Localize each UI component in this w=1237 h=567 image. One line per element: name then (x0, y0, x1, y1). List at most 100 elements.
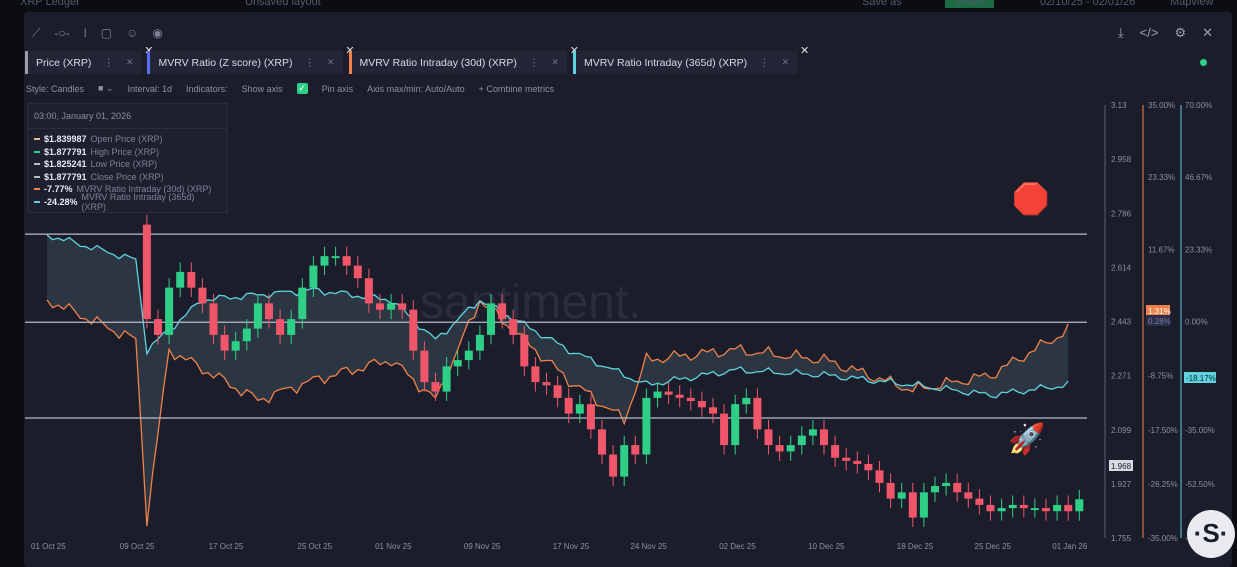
x-tick-label: 25 Dec 25 (975, 542, 1012, 551)
candle (853, 460, 862, 464)
x-tick-label: 24 Nov 25 (630, 542, 667, 551)
candle (509, 319, 518, 335)
mvrv30-tick-label: -8.75% (1148, 372, 1173, 381)
price-tick-label: 2.271 (1111, 372, 1132, 381)
mvrv30-tick-label: -35.00% (1148, 534, 1178, 543)
candle (198, 287, 207, 304)
price-current-badge: 1.968 (1111, 462, 1132, 471)
candle (487, 303, 495, 335)
candle (864, 463, 873, 471)
mvrv365-tick-label: -52.50% (1185, 480, 1215, 489)
mvrv365-tick-label: 70.00% (1185, 101, 1212, 110)
price-tick-label: 1.755 (1111, 534, 1132, 543)
candle (220, 334, 229, 351)
candle (542, 382, 551, 386)
candle (1075, 499, 1084, 512)
mvrv30-tick-label: -17.50% (1148, 426, 1178, 435)
candle (631, 445, 640, 455)
candle (253, 303, 262, 329)
candle (376, 303, 384, 310)
candle (908, 492, 917, 518)
x-tick-label: 01 Jan 26 (1052, 542, 1088, 551)
tooltip-value: $1.839987 (44, 134, 87, 145)
santiment-logo[interactable]: ·S· (1187, 510, 1235, 558)
candle (875, 470, 884, 483)
tooltip-row: $1.839987 Open Price (XRP) (28, 133, 227, 146)
candle (553, 385, 562, 398)
tooltip-label: MVRV Ratio Intraday (365d) (XRP) (81, 191, 195, 212)
candle (564, 397, 573, 414)
candle (453, 360, 462, 367)
x-tick-label: 02 Dec 25 (719, 542, 756, 551)
tooltip-label: Close Price (XRP) (90, 171, 164, 182)
x-tick-label: 09 Nov 25 (464, 542, 501, 551)
candle (242, 328, 251, 342)
candle (808, 429, 817, 436)
candle (686, 397, 695, 402)
price-tick-label: 2.786 (1111, 209, 1132, 218)
mvrv30-tick-label: 35.00% (1148, 101, 1175, 110)
candle (364, 278, 373, 304)
tooltip-label: Open Price (XRP) (90, 134, 163, 145)
candle (575, 404, 584, 414)
x-tick-label: 01 Nov 25 (375, 542, 412, 551)
candle (154, 319, 162, 335)
price-tick-label: 2.443 (1111, 318, 1132, 327)
legend-swatch (34, 163, 40, 166)
candle (953, 482, 962, 493)
mvrv365-current-badge: -18.17% (1186, 374, 1216, 383)
candle (964, 492, 973, 499)
candle (409, 309, 418, 351)
x-tick-label: 17 Nov 25 (553, 542, 590, 551)
legend-swatch (34, 200, 40, 203)
mvrv365-tick-label: 0.00% (1185, 318, 1208, 327)
candle (231, 341, 240, 351)
legend-swatch (34, 138, 40, 141)
candle (498, 303, 507, 320)
price-tick-label: 3.13 (1111, 101, 1127, 110)
candle (420, 350, 429, 383)
candle (187, 271, 196, 288)
candle (997, 508, 1006, 512)
mvrv30-tick-label: -26.25% (1148, 480, 1178, 489)
candle (287, 319, 296, 335)
mvrv30-tick-label: 23.33% (1148, 173, 1175, 182)
candle (842, 457, 851, 461)
candle (609, 454, 618, 477)
candle (586, 404, 595, 430)
tooltip-row: $1.877791 Close Price (XRP) (28, 171, 227, 184)
candle (664, 391, 673, 395)
candle (675, 394, 684, 398)
x-tick-label: 09 Oct 25 (120, 542, 155, 551)
candle (820, 429, 828, 446)
candle (797, 435, 806, 446)
x-tick-label: 01 Oct 25 (31, 542, 66, 551)
candle (165, 287, 174, 335)
candle (942, 482, 951, 487)
tooltip-value: -7.77% (44, 184, 73, 195)
mvrv365-tick-label: 46.67% (1185, 173, 1212, 182)
candle (720, 413, 729, 446)
candle (531, 366, 540, 383)
mvrv30-tick-label: 11.67% (1148, 245, 1175, 254)
tooltip-value: -24.28% (43, 196, 78, 207)
stop-sign-icon: 🛑 (1012, 183, 1050, 216)
price-tick-label: 2.099 (1111, 426, 1132, 435)
x-tick-label: 18 Dec 25 (897, 542, 934, 551)
tooltip-label: Low Price (XRP) (90, 159, 158, 170)
candle (298, 287, 307, 320)
candle (642, 397, 651, 455)
mvrv-zscore-badge: 0.28% (1148, 317, 1171, 326)
candle (1030, 508, 1039, 511)
candle (276, 319, 285, 335)
chart-svg[interactable]: santiment. 3.13 2.958 2.786 2.614 2.443 2.271 2… (0, 0, 1237, 567)
candle (831, 445, 840, 458)
candle (1064, 504, 1073, 512)
candle (1042, 508, 1050, 512)
tooltip-row: -24.28% MVRV Ratio Intraday (365d) (XRP) (28, 192, 227, 212)
candle (1008, 504, 1017, 509)
candle (398, 303, 407, 310)
candle (1053, 504, 1062, 512)
candle (265, 303, 273, 320)
tooltip-label: High Price (XRP) (90, 146, 160, 157)
